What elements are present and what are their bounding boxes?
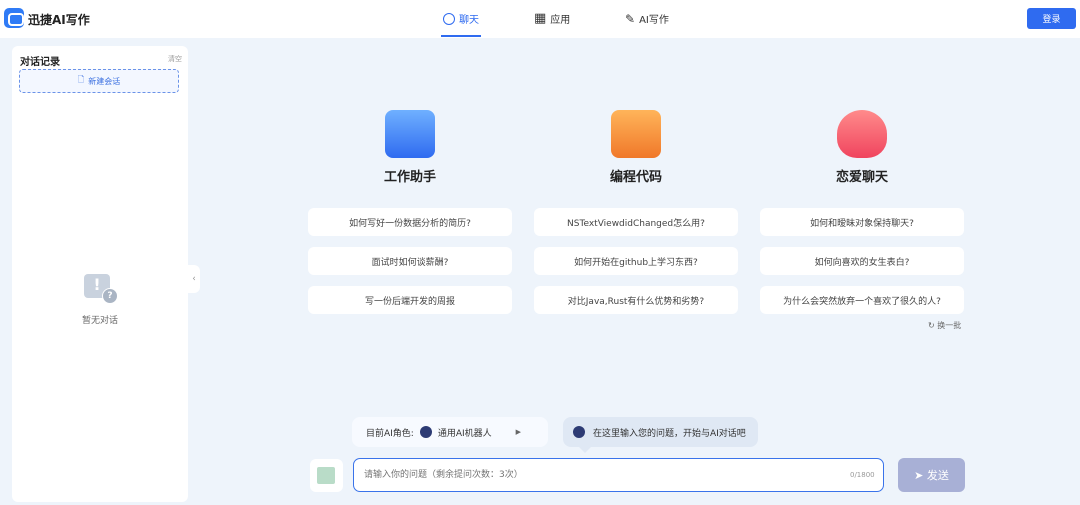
question-card[interactable]: 如何写好一份数据分析的简历? [308,208,512,236]
tooltip: 在这里输入您的问题，开始与AI对话吧 [563,417,758,453]
category-code: 编程代码 [534,110,738,185]
history-title: 对话记录 [20,57,60,68]
code-file-icon [611,110,661,158]
question-card[interactable]: 为什么会突然放弃一个喜欢了很久的人? [760,286,964,314]
file-icon: 🗋 [77,75,85,84]
caret-right-icon: ▶ [515,428,522,436]
empty-state-text: 暂无对话 [81,316,118,326]
pen-icon: ✎ [625,11,636,26]
question-card[interactable]: 如何和暧昧对象保持聊天? [760,208,964,236]
tab-chat[interactable]: 聊天 [441,11,481,37]
grid-icon: ▦ [534,11,547,26]
send-button[interactable]: ➤ 发送 [898,458,965,492]
sidebar: 对话记录 清空 🗋新建会话 ! 暂无对话 [12,46,188,502]
role-name: 通用AI机器人 [437,428,492,439]
excel-upload-button[interactable] [310,459,343,492]
question-card[interactable]: 写一份后端开发的周报 [308,286,512,314]
heart-chat-icon [837,110,887,158]
login-button[interactable]: 登录 [1027,8,1076,29]
refresh-icon: ↻ [928,321,935,330]
tooltip-text: 在这里输入您的问题，开始与AI对话吧 [593,428,746,439]
category-love: 恋爱聊天 [760,110,964,185]
send-icon: ➤ [914,469,924,482]
category-title: 编程代码 [609,170,662,185]
question-input[interactable] [353,458,884,492]
monitor-chart-icon [385,110,435,158]
question-card[interactable]: 如何向喜欢的女生表白? [760,247,964,275]
char-count: 0/1800 [850,471,875,479]
clear-button[interactable]: 清空 [168,54,182,64]
collapse-sidebar-button[interactable]: ‹ [188,265,200,293]
robot-avatar-icon [419,426,432,438]
question-card[interactable]: NSTextViewdidChanged怎么用? [534,208,738,236]
chevron-left-icon: ‹ [192,274,196,284]
question-card[interactable]: 面试时如何谈薪酬? [308,247,512,275]
question-card[interactable]: 对比Java,Rust有什么优势和劣势? [534,286,738,314]
header: 迅捷AI写作 聊天 ▦ 应用 ✎ AI写作 登录 [0,0,1080,38]
role-selector[interactable]: 目前AI角色: 通用AI机器人 ▶ [352,417,548,447]
empty-state-icon: ! [84,274,118,304]
brand-name: 迅捷AI写作 [28,13,90,27]
tab-ai-writing[interactable]: ✎ AI写作 [625,11,669,27]
question-card[interactable]: 如何开始在github上学习东西? [534,247,738,275]
robot-avatar-icon [573,426,585,438]
role-label: 目前AI角色: [366,428,414,439]
logo-icon [4,8,24,28]
tab-apps[interactable]: ▦ 应用 [534,11,570,26]
category-title: 工作助手 [383,170,436,185]
refresh-button[interactable]: ↻ 换一批 [928,320,961,331]
new-chat-button[interactable]: 🗋 新建会话 [19,69,179,93]
category-title: 恋爱聊天 [835,170,888,185]
chat-icon [443,12,455,25]
category-work: 工作助手 [308,110,512,185]
